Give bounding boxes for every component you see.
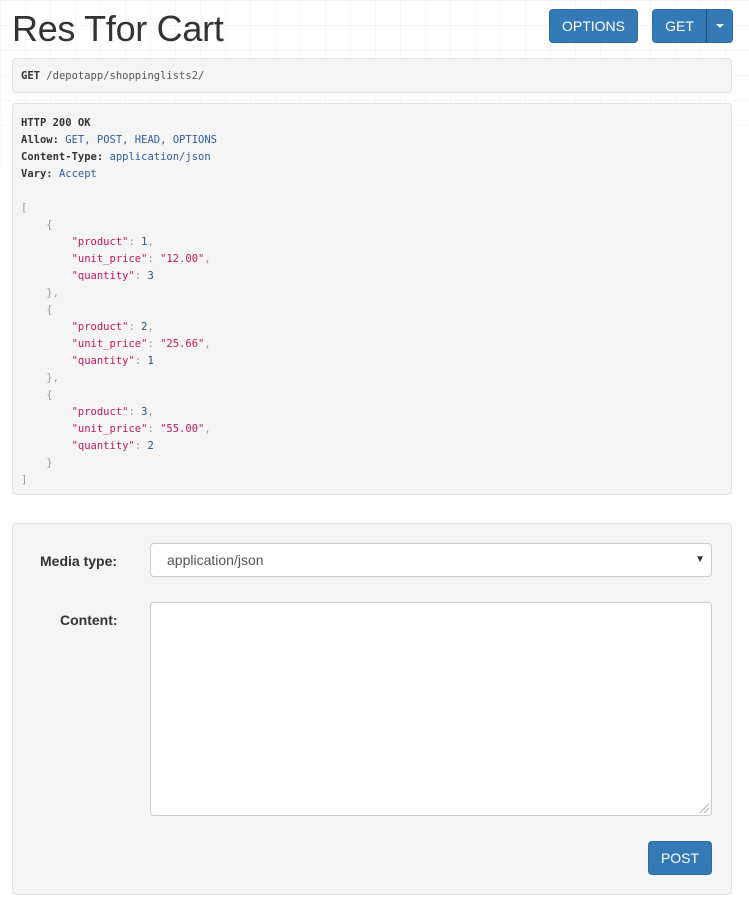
header-value: Accept (58, 168, 97, 180)
dropdown-arrow-icon: ▼ (695, 554, 705, 565)
content-textarea[interactable] (150, 602, 712, 816)
options-button[interactable]: OPTIONS (549, 9, 638, 43)
header-name: Allow: (21, 134, 59, 146)
get-button[interactable]: GET (652, 9, 707, 43)
header-name: Content-Type: (21, 151, 104, 163)
header-value: application/json (109, 151, 211, 163)
response-body: HTTP 200 OK Allow: GET, POST, HEAD, OPTI… (21, 117, 217, 486)
json-quantity: 3 (147, 270, 154, 282)
header-row: Content-Type: application/json (21, 151, 211, 163)
json-unit-price: "12.00" (160, 253, 205, 265)
header-row: Allow: GET, POST, HEAD, OPTIONS (21, 134, 217, 146)
request-method: GET (21, 70, 40, 82)
response-info: HTTP 200 OK Allow: GET, POST, HEAD, OPTI… (12, 103, 732, 495)
media-type-select[interactable]: application/json ▼ (150, 543, 712, 577)
page: Res Tfor Cart OPTIONS GET GET /depotapp/… (0, 0, 749, 899)
header-row: Vary: Accept (21, 168, 97, 180)
page-title: Res Tfor Cart (12, 8, 224, 49)
get-dropdown-toggle[interactable] (706, 9, 733, 43)
content-label: Content: (60, 612, 118, 628)
media-type-value: application/json (167, 552, 264, 568)
caret-down-icon (715, 24, 724, 29)
request-path: /depotapp/shoppinglists2/ (46, 70, 205, 82)
post-button[interactable]: POST (648, 841, 712, 875)
json-quantity: 2 (147, 440, 154, 452)
json-unit-price: "55.00" (160, 423, 205, 435)
request-line: GET /depotapp/shoppinglists2/ (21, 70, 204, 82)
header-name: Vary: (21, 168, 53, 180)
json-quantity: 1 (147, 355, 154, 367)
status-line: HTTP 200 OK (21, 117, 91, 129)
header-value: GET, POST, HEAD, OPTIONS (65, 134, 217, 146)
media-type-label: Media type: (40, 553, 118, 569)
request-info: GET /depotapp/shoppinglists2/ (12, 58, 732, 93)
resize-handle-icon[interactable] (700, 804, 709, 813)
json-unit-price: "25.66" (160, 338, 205, 350)
